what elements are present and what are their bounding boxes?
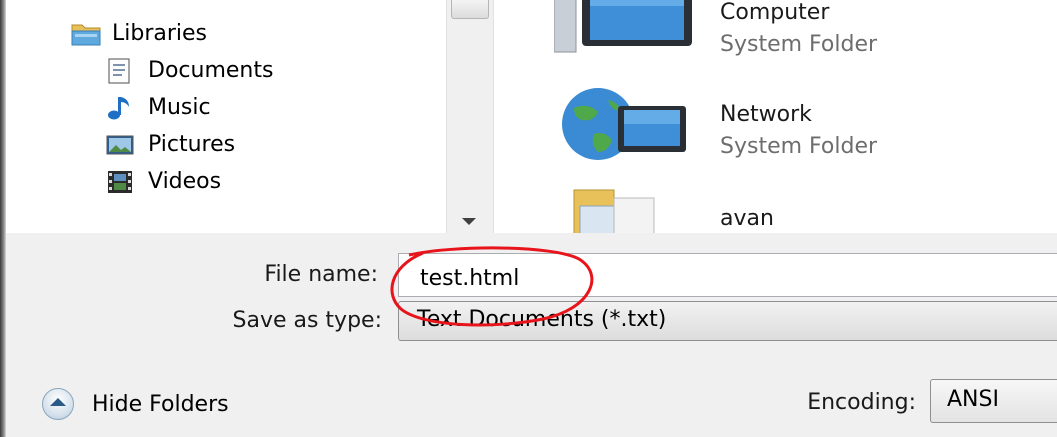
- savetype-dropdown[interactable]: Text Documents (*.txt): [398, 301, 1057, 341]
- nav-item-documents[interactable]: Documents: [106, 55, 273, 85]
- encoding-value: ANSI: [947, 387, 999, 412]
- filename-label: File name:: [264, 262, 378, 287]
- item-type: System Folder: [720, 32, 878, 57]
- nav-item-label: Documents: [148, 57, 274, 83]
- music-note-icon: [106, 95, 134, 120]
- pictures-icon: [106, 132, 134, 156]
- nav-item-libraries[interactable]: Libraries: [70, 18, 207, 48]
- computer-monitor-icon: [553, 0, 694, 62]
- scrollbar-thumb[interactable]: [451, 0, 489, 19]
- content-pane: Computer System Folder Network System Fo…: [536, 0, 1057, 245]
- savetype-value: Text Documents (*.txt): [417, 307, 667, 332]
- hide-folders-label: Hide Folders: [92, 391, 229, 417]
- scroll-down-arrow-icon[interactable]: [462, 218, 476, 225]
- item-name: Computer: [720, 0, 830, 25]
- save-form-area: File name: Save as type: Text Documents …: [6, 233, 1057, 437]
- filename-input[interactable]: [398, 253, 1057, 297]
- nav-item-label: Music: [148, 94, 211, 120]
- chevron-up-icon: [42, 388, 74, 420]
- item-type: System Folder: [720, 134, 878, 159]
- content-item-network[interactable]: Network System Folder: [536, 86, 1036, 166]
- nav-item-label: Videos: [148, 168, 222, 194]
- save-as-dialog: Libraries Documents Music Pictures Video…: [0, 0, 1057, 437]
- item-name: Network: [720, 102, 812, 127]
- nav-scrollbar[interactable]: [446, 0, 494, 233]
- nav-item-label: Libraries: [112, 20, 208, 46]
- libraries-folder-icon: [70, 21, 101, 46]
- encoding-label: Encoding:: [807, 390, 916, 415]
- navigation-pane: Libraries Documents Music Pictures Video…: [6, 0, 486, 233]
- nav-item-pictures[interactable]: Pictures: [106, 129, 235, 159]
- encoding-dropdown[interactable]: ANSI: [930, 379, 1057, 423]
- content-item-computer[interactable]: Computer System Folder: [536, 0, 1036, 80]
- hide-folders-button[interactable]: Hide Folders: [42, 388, 229, 420]
- network-globe-icon: [554, 86, 694, 166]
- film-strip-icon: [106, 169, 134, 193]
- nav-item-music[interactable]: Music: [106, 92, 211, 122]
- savetype-label: Save as type:: [232, 308, 383, 333]
- nav-item-label: Pictures: [148, 131, 236, 157]
- nav-item-videos[interactable]: Videos: [106, 166, 221, 196]
- item-name: avan: [720, 206, 774, 231]
- documents-icon: [106, 58, 134, 84]
- browse-area: Libraries Documents Music Pictures Video…: [6, 0, 1057, 245]
